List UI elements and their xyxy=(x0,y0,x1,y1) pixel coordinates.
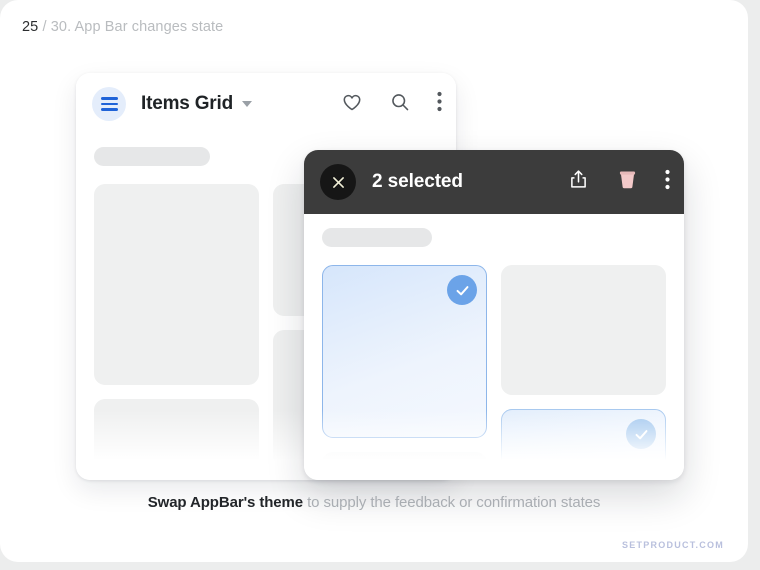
more-vert-icon[interactable] xyxy=(665,169,670,195)
hamburger-menu-button[interactable] xyxy=(92,87,126,121)
more-vert-icon[interactable] xyxy=(437,91,442,117)
close-icon xyxy=(330,174,347,191)
caption: Swap AppBar's theme to supply the feedba… xyxy=(0,492,748,514)
placeholder-card[interactable] xyxy=(501,265,666,395)
check-circle-icon xyxy=(447,275,477,305)
placeholder-card[interactable] xyxy=(94,399,259,480)
close-selection-button[interactable] xyxy=(320,164,356,200)
slide-counter: 25 / 30. App Bar changes state xyxy=(22,17,223,37)
placeholder-card[interactable] xyxy=(94,184,259,385)
contextual-app-bar: 2 selected xyxy=(304,150,684,214)
app-bar-actions xyxy=(341,91,442,118)
favorite-icon[interactable] xyxy=(341,91,363,118)
selection-column-left xyxy=(322,265,487,480)
placeholder-heading-bar xyxy=(322,228,432,247)
caption-muted: to supply the feedback or confirmation s… xyxy=(303,494,600,511)
check-circle-icon xyxy=(626,419,656,449)
placeholder-heading-bar xyxy=(94,147,210,166)
slide-current-number: 25 xyxy=(22,19,38,35)
mockup-stage: Items Grid xyxy=(0,50,748,480)
front-panel-content xyxy=(304,214,684,480)
app-bar-title: Items Grid xyxy=(141,93,233,115)
slide-total-and-title: / 30. App Bar changes state xyxy=(42,19,223,35)
delete-icon[interactable] xyxy=(616,168,639,196)
selected-card[interactable] xyxy=(501,409,666,480)
page-card: 25 / 30. App Bar changes state Items Gri… xyxy=(0,0,748,562)
caption-strong: Swap AppBar's theme xyxy=(148,494,303,511)
watermark: SETPRODUCT.COM xyxy=(622,540,724,550)
selection-count-label: 2 selected xyxy=(372,171,463,193)
selection-column-right xyxy=(501,265,666,480)
search-icon[interactable] xyxy=(389,91,411,118)
front-panel-selection-mode: 2 selected xyxy=(304,150,684,480)
chevron-down-icon[interactable] xyxy=(242,101,252,107)
selection-grid xyxy=(322,265,666,480)
light-app-bar: Items Grid xyxy=(76,73,456,135)
hamburger-menu-icon xyxy=(101,97,118,110)
selected-card[interactable] xyxy=(322,265,487,438)
placeholder-card[interactable] xyxy=(322,452,487,480)
share-icon[interactable] xyxy=(567,168,590,196)
contextual-app-bar-actions xyxy=(567,168,670,196)
placeholder-column-left xyxy=(94,184,259,480)
